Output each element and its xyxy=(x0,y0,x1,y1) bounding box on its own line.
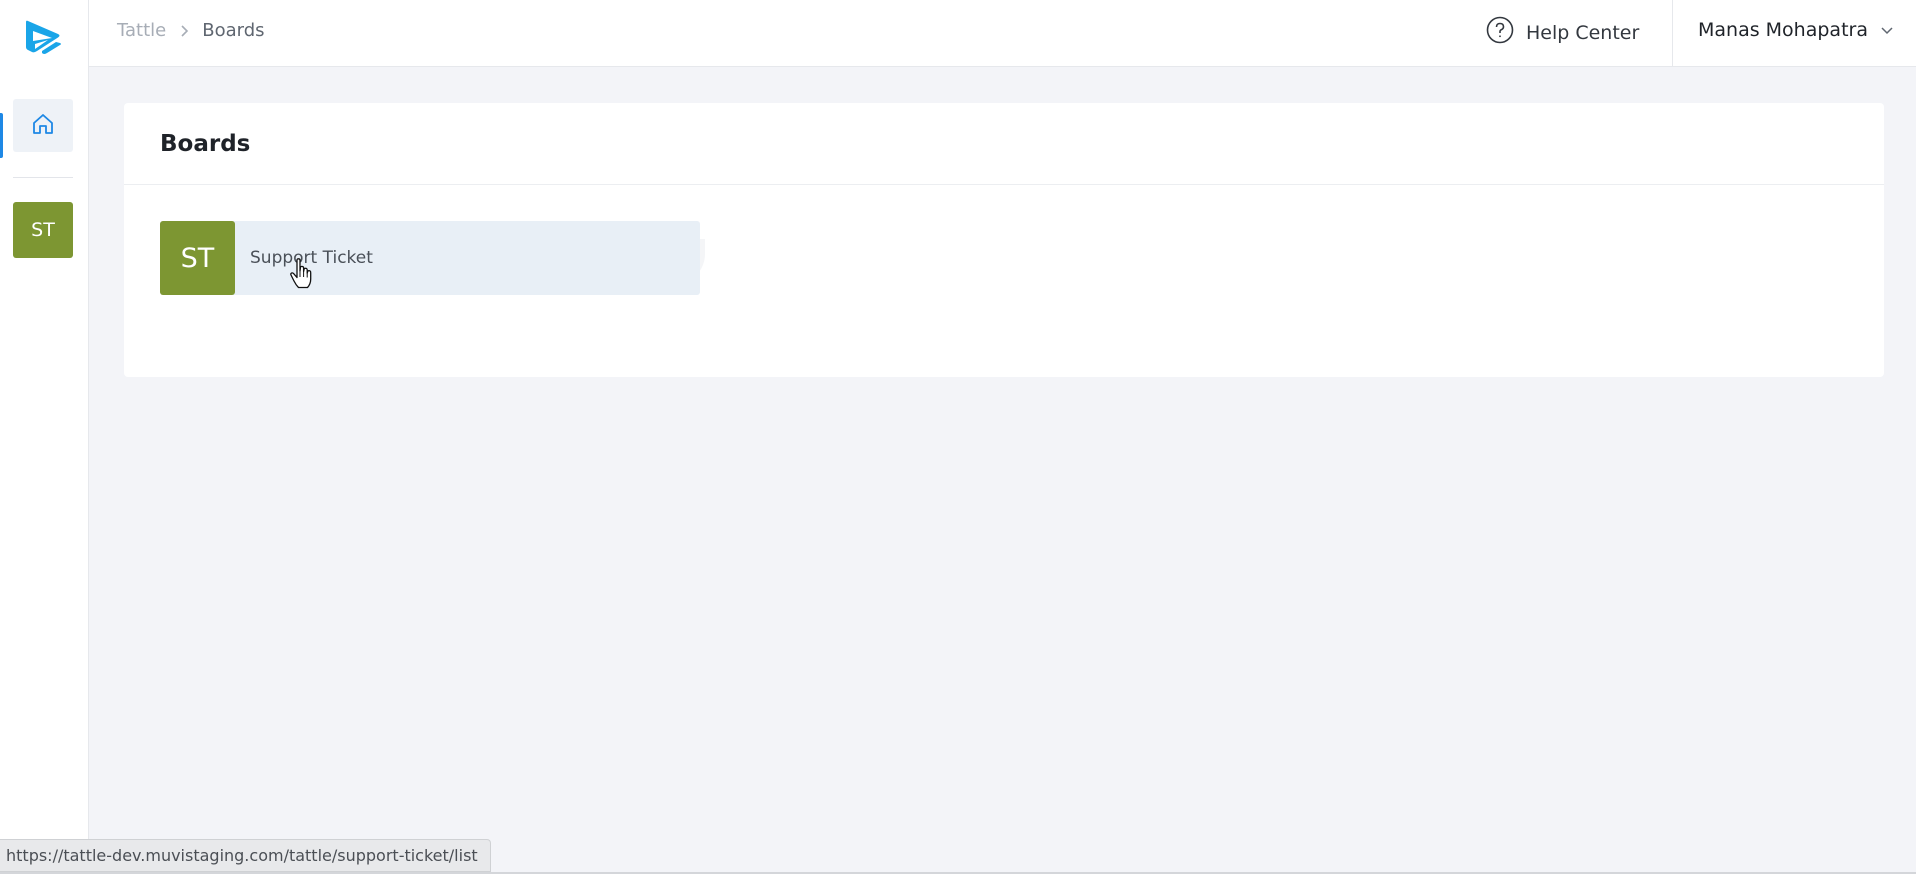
breadcrumb: Tattle Boards xyxy=(117,20,265,41)
sidebar-board-support-ticket[interactable]: ST xyxy=(13,202,73,258)
sidebar: ST xyxy=(0,0,89,874)
header-divider xyxy=(1672,0,1673,67)
user-name: Manas Mohapatra xyxy=(1698,19,1868,41)
help-center-link[interactable]: Help Center xyxy=(1486,16,1639,49)
chevron-right-icon xyxy=(180,24,190,38)
page-title: Boards xyxy=(160,131,251,157)
question-circle-icon xyxy=(1486,16,1514,49)
app-window: ST Tattle Boards Help Center Manas Mohap xyxy=(0,0,1916,874)
top-header: Tattle Boards Help Center Manas Mohapatr… xyxy=(89,0,1916,67)
breadcrumb-root-link[interactable]: Tattle xyxy=(117,20,166,41)
board-avatar: ST xyxy=(160,221,235,295)
sidebar-home-button[interactable] xyxy=(13,99,73,152)
board-name: Support Ticket xyxy=(250,248,373,268)
browser-status-bar: https://tattle-dev.muvistaging.com/tattl… xyxy=(0,839,491,872)
sidebar-board-initials: ST xyxy=(31,219,55,241)
active-nav-indicator xyxy=(0,113,3,158)
tattle-logo-icon[interactable] xyxy=(22,18,64,60)
status-url: https://tattle-dev.muvistaging.com/tattl… xyxy=(6,846,478,865)
sidebar-divider xyxy=(13,177,73,178)
breadcrumb-current: Boards xyxy=(202,20,265,41)
help-center-label: Help Center xyxy=(1526,21,1640,44)
user-menu[interactable]: Manas Mohapatra xyxy=(1698,19,1894,41)
boards-card: Boards ST Support Ticket xyxy=(124,103,1884,377)
board-tile-support-ticket[interactable]: ST Support Ticket xyxy=(160,221,700,295)
card-divider xyxy=(124,184,1884,185)
home-icon xyxy=(31,112,55,140)
board-avatar-initials: ST xyxy=(180,242,215,274)
chevron-down-icon xyxy=(1880,25,1894,35)
